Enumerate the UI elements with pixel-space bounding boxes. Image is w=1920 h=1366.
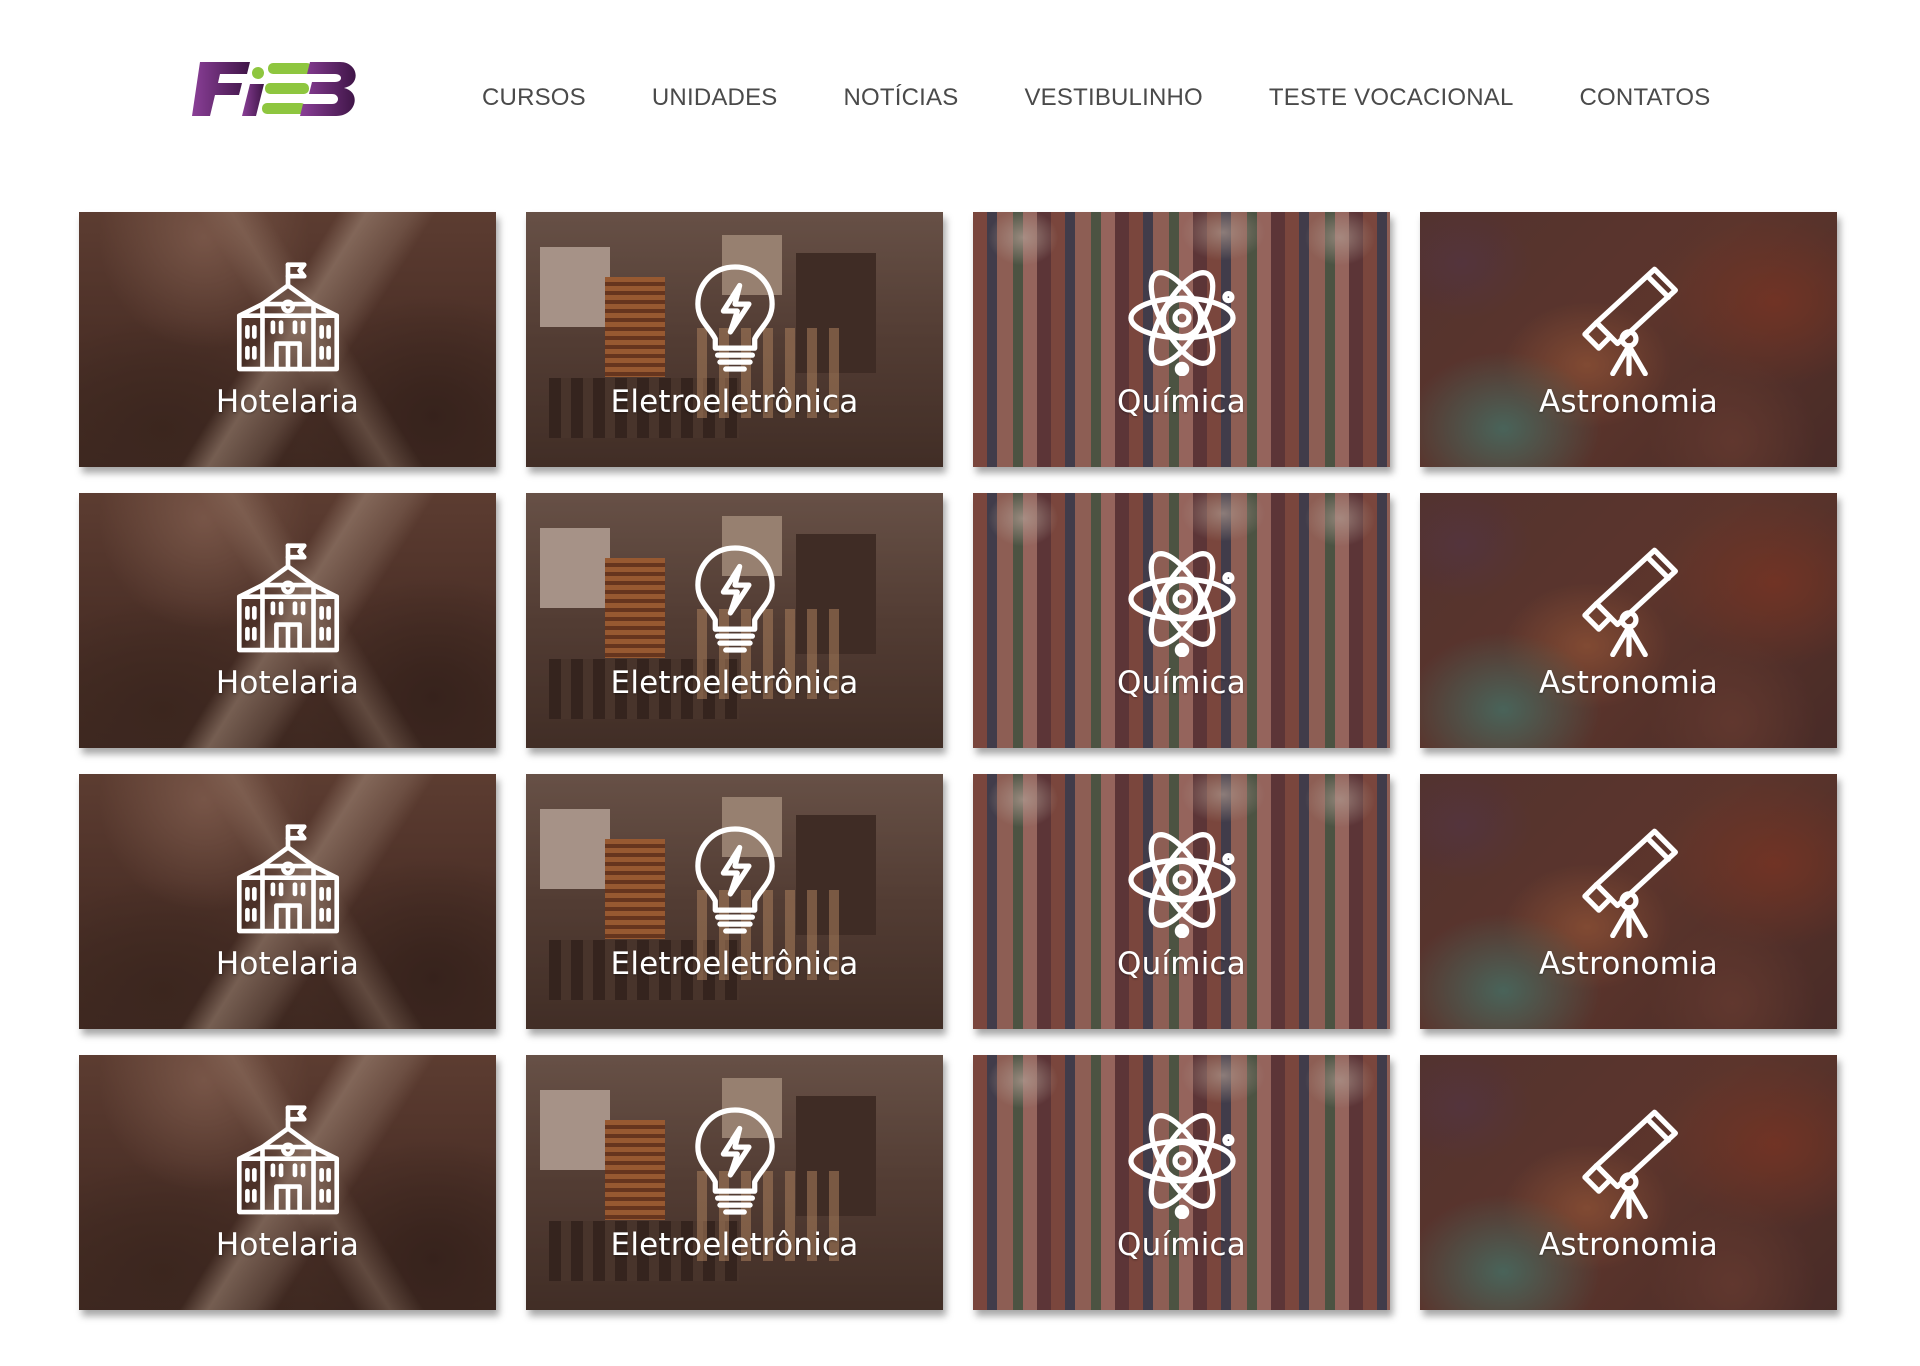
course-card-hotelaria[interactable]: Hotelaria	[79, 1055, 496, 1310]
course-card-label: Hotelaria	[215, 383, 360, 420]
course-card-label: Astronomia	[1539, 1226, 1718, 1263]
course-card-label: Hotelaria	[215, 945, 360, 982]
course-card-content: Eletroeletrônica	[526, 774, 943, 1029]
nav-noticias[interactable]: NOTÍCIAS	[844, 84, 959, 112]
course-card-label: Hotelaria	[215, 1226, 360, 1263]
course-card-content: Química	[973, 1055, 1390, 1310]
course-card-content: Hotelaria	[79, 774, 496, 1029]
course-card-content: Eletroeletrônica	[526, 1055, 943, 1310]
course-card-hotelaria[interactable]: Hotelaria	[79, 493, 496, 748]
course-card-label: Astronomia	[1539, 945, 1718, 982]
school-building-icon	[230, 260, 346, 376]
lightbulb-bolt-icon	[677, 541, 793, 657]
atom-icon	[1124, 260, 1240, 376]
course-card-content: Eletroeletrônica	[526, 212, 943, 467]
course-card-label: Eletroeletrônica	[610, 664, 859, 701]
course-card-content: Astronomia	[1420, 212, 1837, 467]
course-card-quimica[interactable]: Química	[973, 774, 1390, 1029]
telescope-icon	[1571, 541, 1687, 657]
course-card-content: Química	[973, 493, 1390, 748]
course-card-label: Química	[1117, 664, 1246, 701]
course-card-content: Astronomia	[1420, 1055, 1837, 1310]
course-card-content: Eletroeletrônica	[526, 493, 943, 748]
course-card-content: Hotelaria	[79, 1055, 496, 1310]
nav-cursos[interactable]: CURSOS	[482, 84, 586, 112]
school-building-icon	[230, 1103, 346, 1219]
nav-unidades[interactable]: UNIDADES	[652, 84, 778, 112]
site-header: CURSOS UNIDADES NOTÍCIAS VESTIBULINHO TE…	[0, 0, 1920, 190]
course-card-label: Química	[1117, 1226, 1246, 1263]
atom-icon	[1124, 541, 1240, 657]
course-card-eletroeletronica[interactable]: Eletroeletrônica	[526, 493, 943, 748]
course-card-hotelaria[interactable]: Hotelaria	[79, 212, 496, 467]
course-card-astronomia[interactable]: Astronomia	[1420, 774, 1837, 1029]
course-card-hotelaria[interactable]: Hotelaria	[79, 774, 496, 1029]
telescope-icon	[1571, 260, 1687, 376]
course-card-eletroeletronica[interactable]: Eletroeletrônica	[526, 212, 943, 467]
course-card-content: Hotelaria	[79, 493, 496, 748]
nav-teste-vocacional[interactable]: TESTE VOCACIONAL	[1269, 84, 1514, 112]
school-building-icon	[230, 822, 346, 938]
course-card-astronomia[interactable]: Astronomia	[1420, 212, 1837, 467]
telescope-icon	[1571, 1103, 1687, 1219]
nav-vestibulinho[interactable]: VESTIBULINHO	[1024, 84, 1202, 112]
course-card-content: Hotelaria	[79, 212, 496, 467]
atom-icon	[1124, 822, 1240, 938]
course-grid: Hotelaria Eletroeletrônica Química Astro…	[79, 212, 1839, 1310]
course-card-label: Eletroeletrônica	[610, 383, 859, 420]
course-card-content: Química	[973, 212, 1390, 467]
course-card-eletroeletronica[interactable]: Eletroeletrônica	[526, 774, 943, 1029]
telescope-icon	[1571, 822, 1687, 938]
course-card-quimica[interactable]: Química	[973, 212, 1390, 467]
school-building-icon	[230, 541, 346, 657]
lightbulb-bolt-icon	[677, 260, 793, 376]
lightbulb-bolt-icon	[677, 1103, 793, 1219]
course-card-content: Astronomia	[1420, 493, 1837, 748]
course-card-label: Química	[1117, 383, 1246, 420]
course-card-eletroeletronica[interactable]: Eletroeletrônica	[526, 1055, 943, 1310]
fieb-logo[interactable]	[192, 58, 358, 120]
course-card-label: Astronomia	[1539, 664, 1718, 701]
course-card-label: Química	[1117, 945, 1246, 982]
main-nav: CURSOS UNIDADES NOTÍCIAS VESTIBULINHO TE…	[482, 80, 1710, 116]
course-card-quimica[interactable]: Química	[973, 493, 1390, 748]
lightbulb-bolt-icon	[677, 822, 793, 938]
course-card-astronomia[interactable]: Astronomia	[1420, 1055, 1837, 1310]
course-card-content: Astronomia	[1420, 774, 1837, 1029]
fieb-logo-mark	[192, 62, 356, 116]
course-card-label: Astronomia	[1539, 383, 1718, 420]
course-card-label: Hotelaria	[215, 664, 360, 701]
course-card-label: Eletroeletrônica	[610, 1226, 859, 1263]
course-card-label: Eletroeletrônica	[610, 945, 859, 982]
course-card-quimica[interactable]: Química	[973, 1055, 1390, 1310]
atom-icon	[1124, 1103, 1240, 1219]
nav-contatos[interactable]: CONTATOS	[1580, 84, 1711, 112]
course-card-astronomia[interactable]: Astronomia	[1420, 493, 1837, 748]
course-card-content: Química	[973, 774, 1390, 1029]
